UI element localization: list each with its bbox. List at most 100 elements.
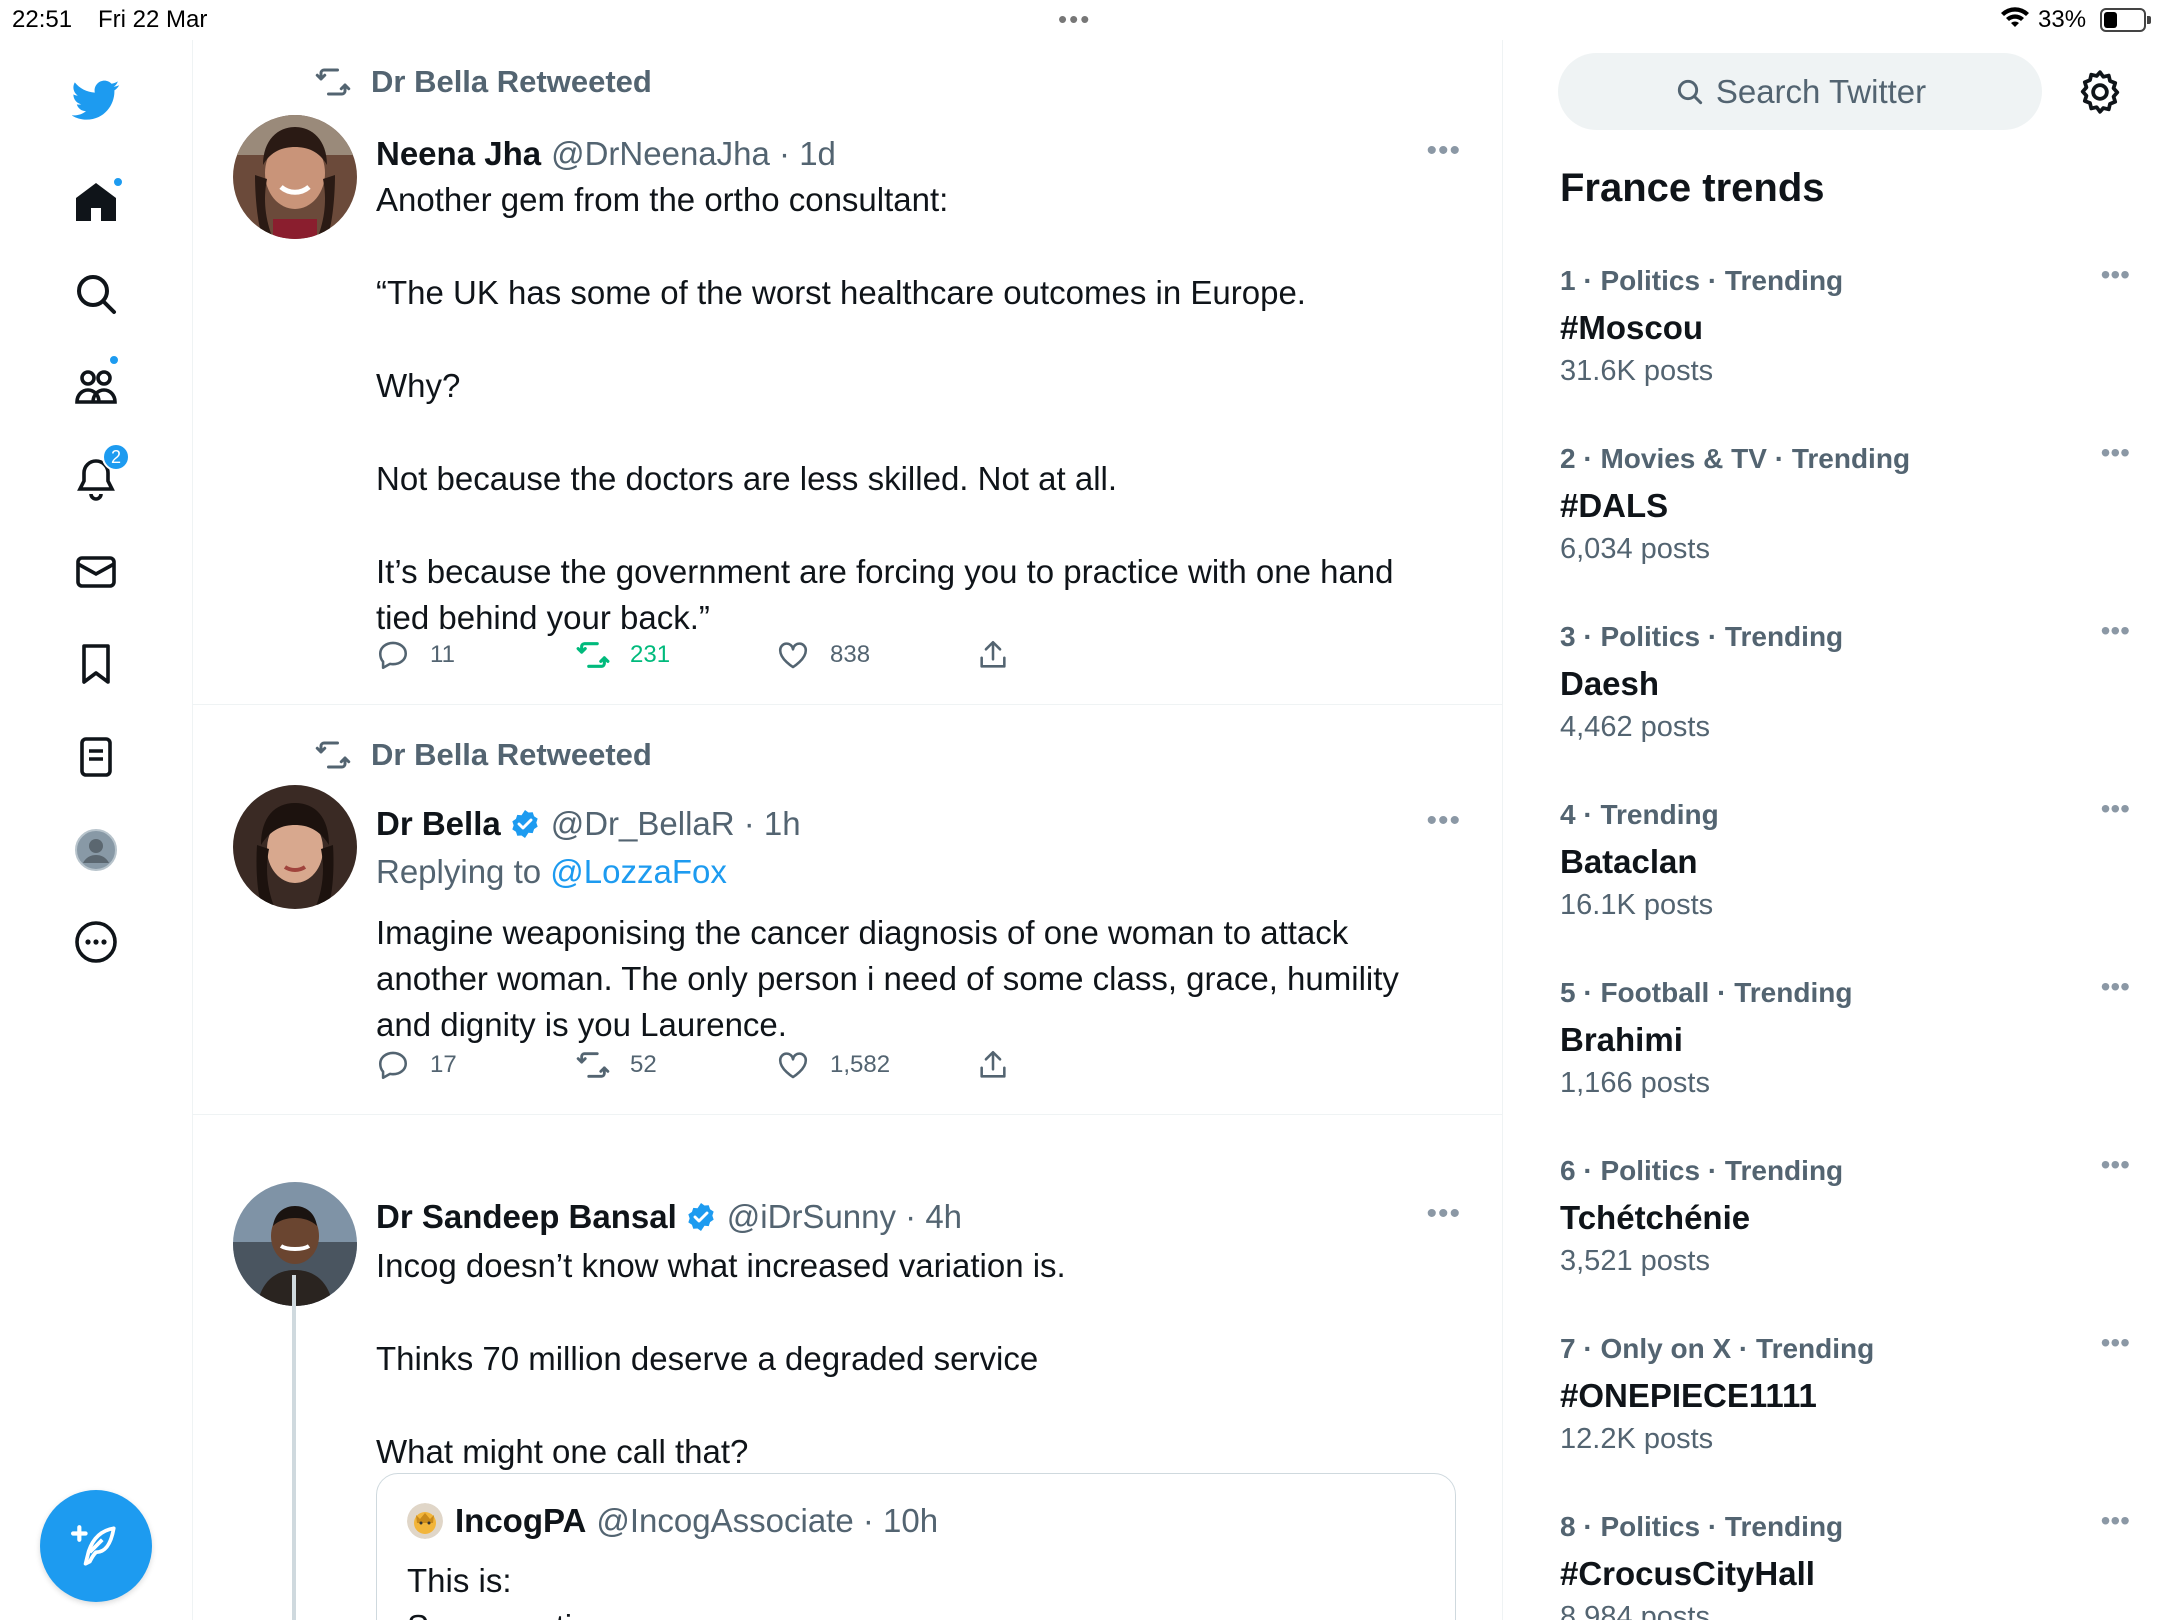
tweet[interactable]: Dr Bella Retweeted Dr Bella @Dr_BellaR ·… — [193, 705, 1502, 1115]
status-bar: 22:51 Fri 22 Mar ••• 33% — [0, 0, 2160, 40]
trend-item[interactable]: 1 · Politics · Trending #Moscou 31.6K po… — [1560, 259, 2130, 435]
status-time: 22:51 — [12, 6, 73, 33]
avatar[interactable] — [233, 785, 357, 909]
tweet-actions: 17 52 1,582 — [376, 1045, 1076, 1085]
tweet-line: Thinks 70 million deserve a degraded ser… — [376, 1340, 1039, 1377]
trend-more-icon[interactable]: ••• — [2101, 259, 2130, 291]
trend-count: 6,034 posts — [1560, 533, 1710, 565]
tweet-text: Imagine weaponising the cancer diagnosis… — [376, 914, 1399, 1043]
nav-bookmarks[interactable] — [62, 630, 130, 698]
tweet-line: “The UK has some of the worst healthcare… — [376, 274, 1306, 311]
trend-item[interactable]: 8 · Politics · Trending #CrocusCityHall … — [1560, 1505, 2130, 1620]
trend-item[interactable]: 3 · Politics · Trending Daesh 4,462 post… — [1560, 615, 2130, 791]
timeline-feed[interactable]: Dr Bella Retweeted Neena Jha @DrNeenaJha… — [193, 40, 1503, 1620]
tweet-text: Another gem from the ortho consultant: “… — [376, 177, 1446, 641]
trend-count: 3,521 posts — [1560, 1245, 1710, 1277]
search-icon — [77, 275, 116, 314]
trend-item[interactable]: 6 · Politics · Trending Tchétchénie 3,52… — [1560, 1149, 2130, 1325]
trend-more-icon[interactable]: ••• — [2101, 1149, 2130, 1181]
notifications-badge: 2 — [102, 443, 130, 471]
tweet-line: Incog doesn’t know what increased variat… — [376, 1247, 1066, 1284]
author-handle-time[interactable]: @Dr_BellaR · 1h — [551, 805, 801, 843]
avatar[interactable] — [233, 115, 357, 239]
trend-more-icon[interactable]: ••• — [2101, 615, 2130, 647]
share-button[interactable] — [976, 635, 1030, 675]
tweet-header: Dr Sandeep Bansal @iDrSunny · 4h — [376, 1195, 962, 1239]
more-circle-icon — [75, 921, 117, 963]
profile-avatar-icon — [75, 829, 117, 871]
bookmark-icon — [82, 644, 110, 684]
share-icon — [980, 640, 1006, 668]
like-button[interactable]: 1,582 — [776, 1045, 890, 1085]
trend-more-icon[interactable]: ••• — [2101, 793, 2130, 825]
trend-item[interactable]: 7 · Only on X · Trending #ONEPIECE1111 1… — [1560, 1327, 2130, 1503]
nav-messages[interactable] — [62, 538, 130, 606]
quoted-tweet-header: IncogPA @IncogAssociate · 10h — [407, 1502, 938, 1540]
trend-more-icon[interactable]: ••• — [2101, 1327, 2130, 1359]
trend-meta: 6 · Politics · Trending — [1560, 1155, 1844, 1186]
share-button[interactable] — [976, 1045, 1030, 1085]
settings-button[interactable] — [2075, 67, 2125, 117]
nav-notifications[interactable]: 2 — [62, 443, 130, 513]
author-handle-time[interactable]: @DrNeenaJha · 1d — [551, 135, 836, 173]
communities-icon — [75, 370, 117, 404]
replying-to-link[interactable]: @LozzaFox — [550, 853, 727, 890]
trend-count: 8,984 posts — [1560, 1601, 1710, 1620]
trend-more-icon[interactable]: ••• — [2101, 1505, 2130, 1537]
trend-meta: 3 · Politics · Trending — [1560, 621, 1844, 652]
trend-name: #DALS — [1560, 487, 1669, 524]
nav-home[interactable] — [62, 168, 130, 236]
verified-badge-icon — [512, 810, 538, 838]
compose-tweet-button[interactable] — [40, 1490, 152, 1602]
tweet-more-icon[interactable]: ••• — [1426, 804, 1461, 838]
trend-item[interactable]: 2 · Movies & TV · Trending #DALS 6,034 p… — [1560, 437, 2130, 613]
nav-profile[interactable] — [62, 816, 130, 884]
author-name[interactable]: Dr Sandeep Bansal — [376, 1198, 677, 1236]
retweet-context: Dr Bella Retweeted — [315, 735, 652, 775]
author-handle-time[interactable]: @iDrSunny · 4h — [727, 1198, 962, 1236]
retweet-button[interactable]: 231 — [576, 635, 670, 675]
right-sidebar: Search Twitter France trends 1 · Politic… — [1503, 40, 2160, 1620]
retweet-context-label: Dr Bella Retweeted — [371, 737, 652, 772]
battery-percentage: 33% — [2038, 6, 2087, 33]
author-name[interactable]: Neena Jha — [376, 135, 541, 173]
multitasking-dots-icon[interactable]: ••• — [1058, 4, 1091, 35]
heart-icon — [778, 642, 808, 669]
tweet[interactable]: Dr Bella Retweeted Neena Jha @DrNeenaJha… — [193, 40, 1502, 705]
nav-explore[interactable] — [62, 260, 130, 328]
trend-count: 31.6K posts — [1560, 355, 1714, 387]
twitter-logo-icon[interactable] — [62, 66, 130, 134]
retweet-context: Dr Bella Retweeted — [315, 62, 652, 102]
nav-more[interactable] — [62, 908, 130, 976]
tweet-more-icon[interactable]: ••• — [1426, 1197, 1461, 1231]
trend-item[interactable]: 5 · Football · Trending Brahimi 1,166 po… — [1560, 971, 2130, 1147]
retweet-button[interactable]: 52 — [576, 1045, 657, 1085]
nav-communities[interactable] — [62, 352, 130, 420]
trend-name: Brahimi — [1560, 1021, 1683, 1058]
reply-icon — [378, 1051, 408, 1080]
communities-unread-dot — [108, 354, 120, 366]
quoted-tweet-text: This is: Scapegoating — [407, 1558, 609, 1620]
retweet-small-icon — [315, 68, 351, 96]
tweet-line: What might one call that? — [376, 1433, 749, 1470]
nav-lists[interactable] — [62, 723, 130, 791]
share-icon — [980, 1050, 1006, 1078]
left-nav: 2 — [0, 40, 193, 1620]
quoted-author-name: IncogPA — [455, 1502, 587, 1539]
search-input[interactable]: Search Twitter — [1558, 53, 2042, 130]
search-icon — [1677, 79, 1702, 104]
like-count: 838 — [830, 641, 871, 668]
trend-meta: 4 · Trending — [1560, 799, 1719, 830]
trend-item[interactable]: 4 · Trending Bataclan 16.1K posts ••• — [1560, 793, 2130, 969]
quoted-tweet[interactable]: IncogPA @IncogAssociate · 10h This is: S… — [376, 1473, 1456, 1620]
like-button[interactable]: 838 — [776, 635, 870, 675]
trend-more-icon[interactable]: ••• — [2101, 971, 2130, 1003]
tweet-line: Another gem from the ortho consultant: — [376, 181, 949, 218]
reply-button[interactable]: 17 — [376, 1045, 457, 1085]
reply-button[interactable]: 11 — [376, 635, 455, 675]
trends-heading: France trends — [1560, 166, 1825, 210]
author-name[interactable]: Dr Bella — [376, 805, 501, 843]
tweet-text: Incog doesn’t know what increased variat… — [376, 1243, 1446, 1475]
trend-more-icon[interactable]: ••• — [2101, 437, 2130, 469]
tweet-more-icon[interactable]: ••• — [1426, 134, 1461, 168]
